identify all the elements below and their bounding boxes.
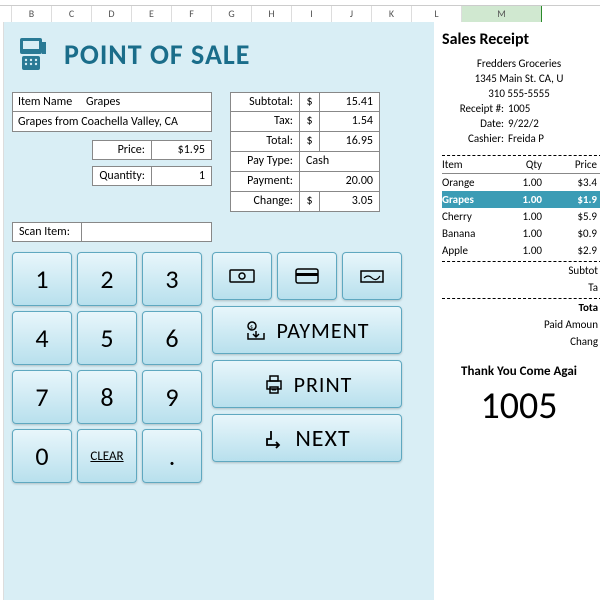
payment-icon: $ bbox=[244, 319, 268, 341]
key-3[interactable]: 3 bbox=[142, 252, 202, 306]
key-8[interactable]: 8 bbox=[77, 370, 137, 424]
svg-text:$: $ bbox=[250, 323, 254, 331]
key-dot[interactable]: . bbox=[142, 429, 202, 483]
key-2[interactable]: 2 bbox=[77, 252, 137, 306]
next-button[interactable]: NEXT bbox=[212, 414, 402, 462]
receipt-panel: Sales Receipt Fredders Groceries 1345 Ma… bbox=[434, 22, 600, 600]
key-6[interactable]: 6 bbox=[142, 311, 202, 365]
scan-input[interactable] bbox=[82, 222, 212, 242]
totals-grid: Subtotal:$15.41 Tax:$1.54 Total:$16.95 P… bbox=[230, 92, 425, 212]
card-icon bbox=[293, 266, 321, 286]
receipt-row[interactable]: Grapes1.00$1.9 bbox=[442, 191, 600, 208]
key-clear[interactable]: CLEAR bbox=[77, 429, 137, 483]
price-label: Price: bbox=[92, 140, 152, 160]
thank-you: Thank You Come Agai bbox=[442, 364, 596, 379]
receipt-items: Item Qty Price Orange1.00$3.4Grapes1.00$… bbox=[442, 155, 600, 350]
key-0[interactable]: 0 bbox=[12, 429, 72, 483]
price-value[interactable]: $1.95 bbox=[152, 140, 212, 160]
payment-button[interactable]: $ PAYMENT bbox=[212, 306, 402, 354]
cash-button[interactable] bbox=[212, 252, 272, 300]
pos-terminal-icon bbox=[12, 32, 56, 76]
card-button[interactable] bbox=[277, 252, 337, 300]
quantity-label: Quantity: bbox=[92, 166, 152, 186]
next-icon bbox=[263, 427, 287, 449]
print-icon bbox=[262, 373, 286, 395]
page-title: POINT OF SALE bbox=[64, 37, 250, 72]
scan-label: Scan Item: bbox=[12, 222, 82, 242]
key-5[interactable]: 5 bbox=[77, 311, 137, 365]
receipt-row[interactable]: Apple1.00$2.9 bbox=[442, 242, 600, 259]
key-7[interactable]: 7 bbox=[12, 370, 72, 424]
receipt-row[interactable]: Cherry1.00$5.9 bbox=[442, 208, 600, 225]
item-name-cell[interactable]: Item Name Grapes bbox=[12, 92, 212, 112]
column-headers: B C D E F G H I J K L M bbox=[0, 6, 600, 22]
check-button[interactable] bbox=[342, 252, 402, 300]
key-4[interactable]: 4 bbox=[12, 311, 72, 365]
receipt-row[interactable]: Orange1.00$3.4 bbox=[442, 174, 600, 191]
check-icon bbox=[358, 266, 386, 286]
key-1[interactable]: 1 bbox=[12, 252, 72, 306]
print-button[interactable]: PRINT bbox=[212, 360, 402, 408]
receipt-number-big: 1005 bbox=[442, 383, 596, 429]
pos-panel: POINT OF SALE Item Name Grapes Grapes fr… bbox=[4, 22, 434, 600]
cash-icon bbox=[228, 266, 256, 286]
receipt-title: Sales Receipt bbox=[442, 30, 596, 49]
keypad: 1 2 3 4 5 6 7 8 9 0 CLEAR . bbox=[12, 252, 202, 483]
key-9[interactable]: 9 bbox=[142, 370, 202, 424]
item-desc-cell[interactable]: Grapes from Coachella Valley, CA bbox=[12, 112, 212, 132]
receipt-row[interactable]: Banana1.00$0.9 bbox=[442, 225, 600, 242]
quantity-value[interactable]: 1 bbox=[152, 166, 212, 186]
